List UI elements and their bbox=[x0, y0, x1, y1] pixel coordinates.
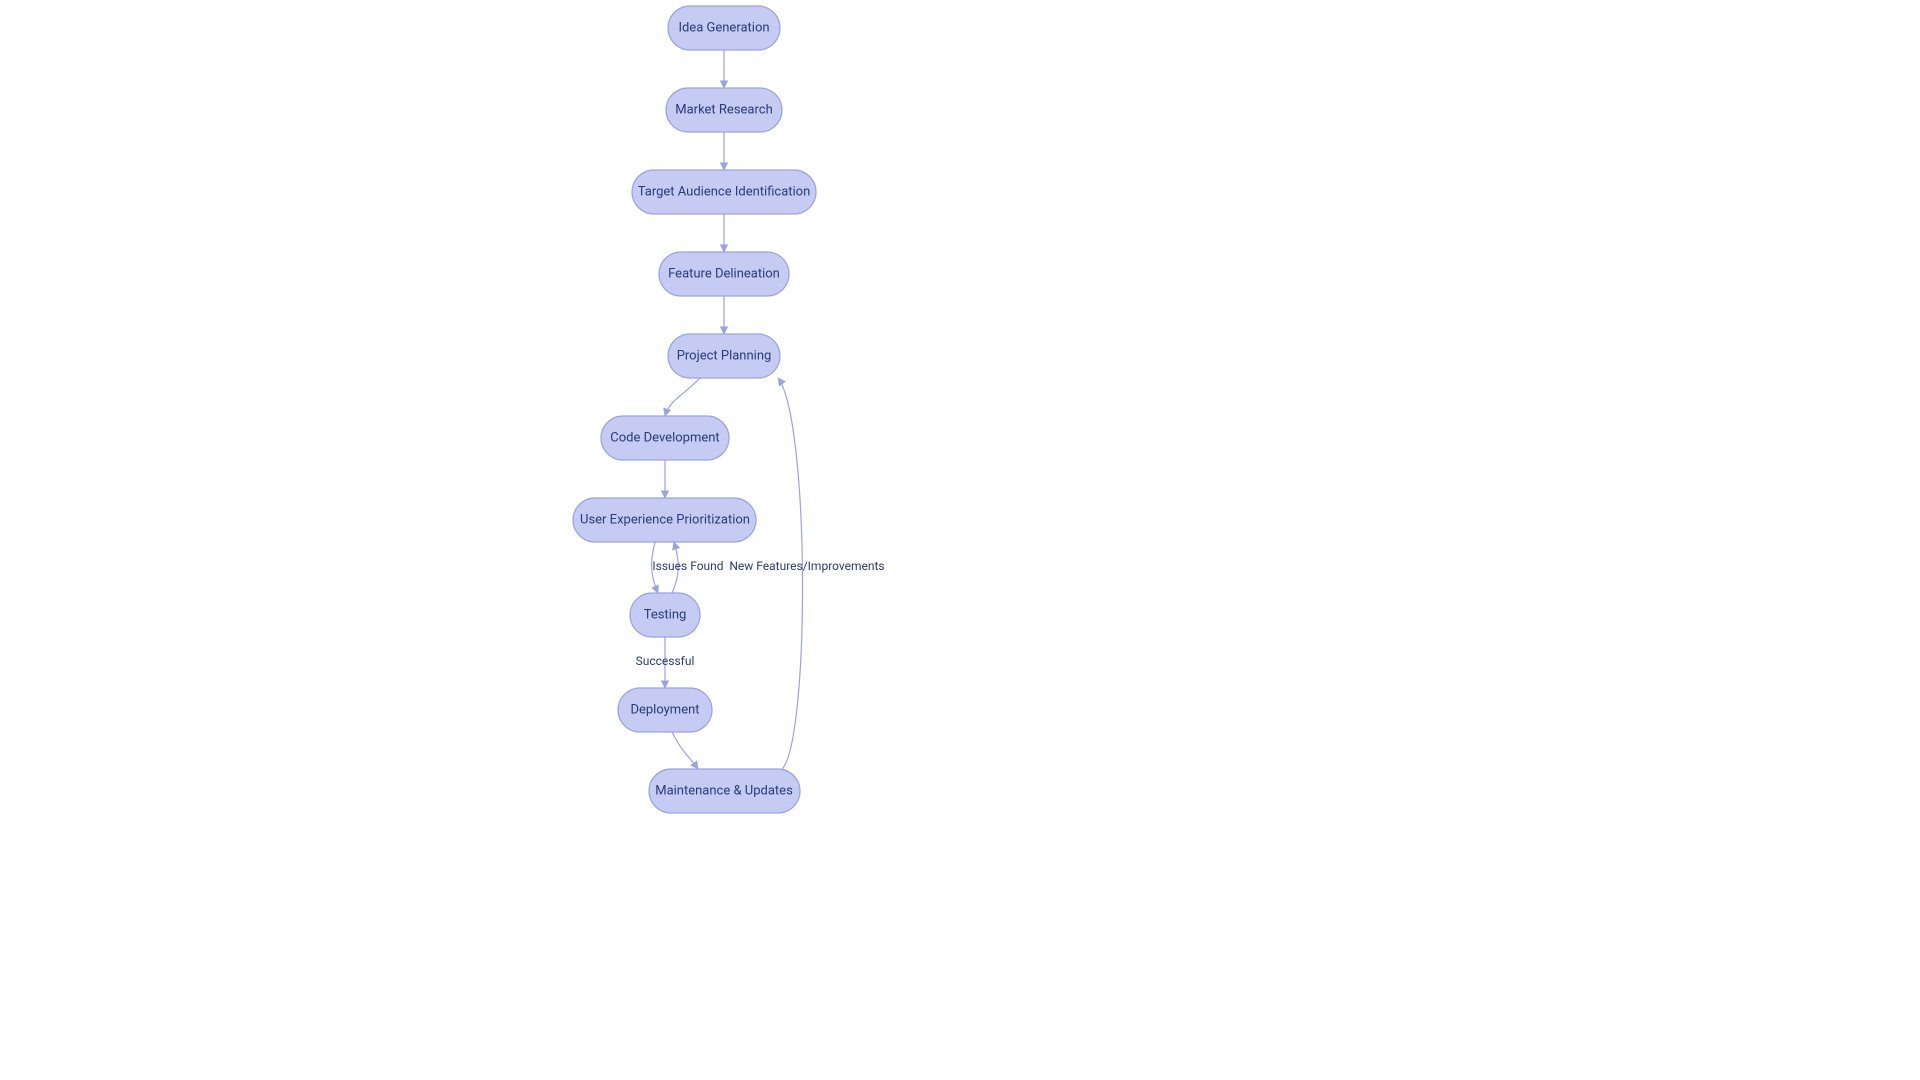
edge-deployment-to-maintenance bbox=[672, 732, 698, 769]
node-label: Code Development bbox=[610, 430, 719, 445]
node-label: Target Audience Identification bbox=[638, 184, 811, 199]
node-label: Market Research bbox=[675, 102, 773, 117]
node-feature-delineation: Feature Delineation bbox=[659, 252, 789, 296]
node-code-development: Code Development bbox=[601, 416, 729, 460]
node-testing: Testing bbox=[630, 593, 700, 637]
edge-label-issues-found: Issues Found bbox=[652, 559, 723, 573]
node-label: Maintenance & Updates bbox=[655, 783, 793, 798]
edge-label-new-features: New Features/Improvements bbox=[729, 559, 884, 573]
node-label: Project Planning bbox=[677, 348, 772, 363]
node-user-experience-prioritization: User Experience Prioritization bbox=[573, 498, 756, 542]
node-deployment: Deployment bbox=[618, 688, 712, 732]
node-label: Idea Generation bbox=[678, 20, 769, 35]
node-idea-generation: Idea Generation bbox=[668, 6, 780, 50]
node-maintenance-updates: Maintenance & Updates bbox=[649, 769, 800, 813]
node-target-audience-identification: Target Audience Identification bbox=[632, 170, 816, 214]
node-label: Testing bbox=[644, 607, 687, 622]
node-label: Deployment bbox=[630, 702, 699, 717]
flowchart-canvas: Issues Found Successful New Features/Imp… bbox=[0, 0, 1920, 1080]
node-label: Feature Delineation bbox=[668, 266, 780, 281]
node-label: User Experience Prioritization bbox=[580, 512, 750, 527]
edge-maintenance-to-planning bbox=[778, 378, 803, 769]
edge-planning-to-code bbox=[665, 378, 700, 416]
edge-label-successful: Successful bbox=[636, 654, 695, 668]
node-market-research: Market Research bbox=[666, 88, 782, 132]
node-project-planning: Project Planning bbox=[668, 334, 780, 378]
